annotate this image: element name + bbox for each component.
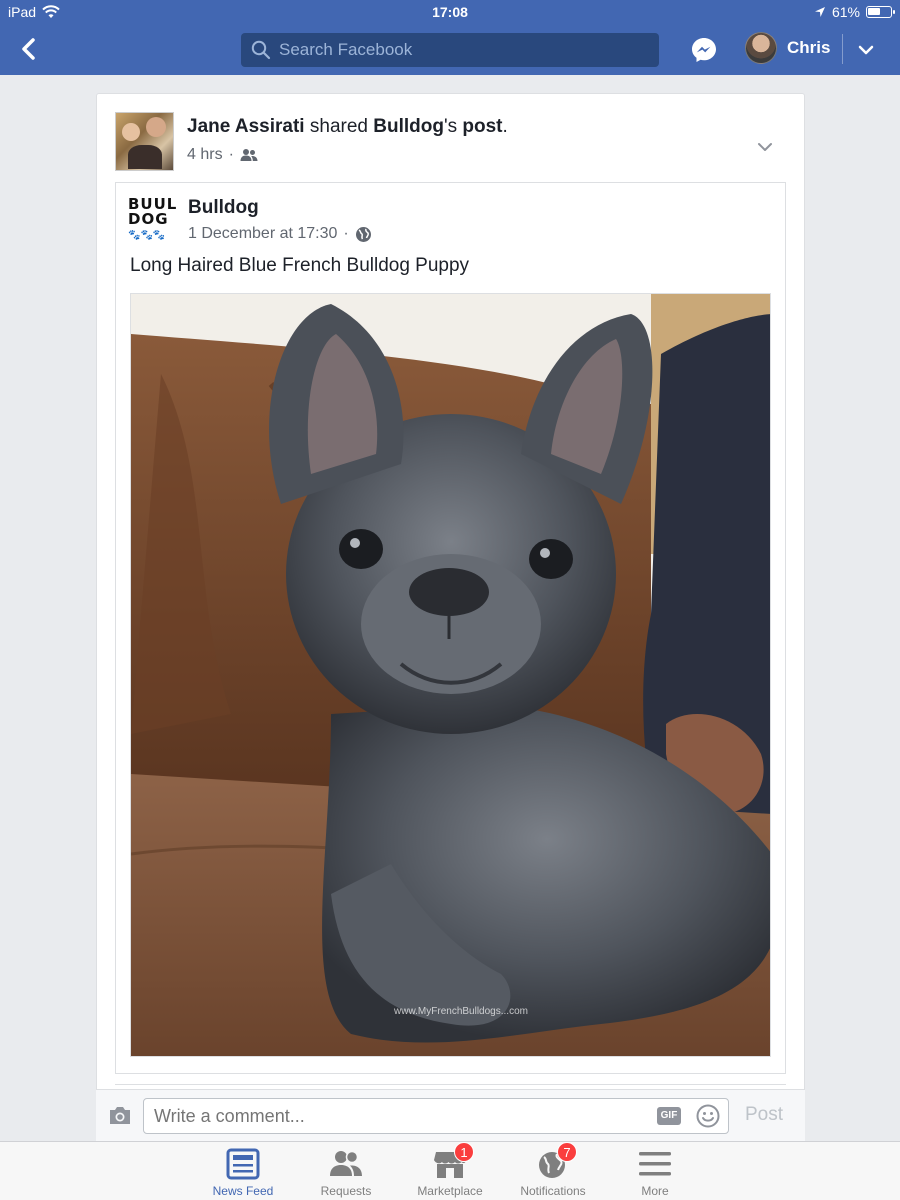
shared-post-link[interactable]: post [462,116,502,137]
shared-page-link[interactable]: Bulldog [373,116,444,137]
emoji-icon[interactable] [696,1104,720,1128]
post-comment-button[interactable]: Post [745,1104,783,1126]
post-headline: Jane Assirati shared Bulldog's post. [187,116,508,137]
comment-input[interactable] [143,1098,729,1134]
gif-button[interactable]: GIF [657,1107,681,1125]
page-name[interactable]: Bulldog [188,197,259,219]
camera-icon[interactable] [108,1104,132,1126]
divider [115,1084,786,1085]
post-options-chevron-icon[interactable] [756,138,774,156]
chevron-down-icon[interactable] [856,40,876,60]
feed-post-card: Jane Assirati shared Bulldog's post. 4 h… [96,93,805,1153]
bottom-tab-bar: News Feed Requests 1 Marketplace 7 Notif… [0,1141,900,1200]
battery-percent: 61% [831,4,860,20]
profile-name: Chris [787,38,831,57]
battery-icon [866,6,895,18]
notifications-badge: 7 [557,1142,577,1162]
news-feed-icon [226,1148,260,1180]
back-icon[interactable] [16,36,42,62]
paw-icon: 🐾🐾🐾 [128,230,166,241]
search-placeholder: Search Facebook [279,40,413,59]
tab-marketplace[interactable]: 1 Marketplace [400,1142,500,1198]
location-arrow-icon [814,7,825,17]
profile-shortcut[interactable]: Chris [745,32,830,64]
tab-more[interactable]: More [605,1148,705,1198]
shared-post[interactable]: BUUL DOG 🐾🐾🐾 Bulldog 1 December at 17:30… [115,182,786,1074]
tab-notifications[interactable]: 7 Notifications [503,1142,603,1198]
author-name[interactable]: Jane Assirati [187,116,305,137]
photo-watermark: www.MyFrenchBulldogs...com [393,1006,528,1017]
requests-icon [330,1150,362,1176]
status-time: 17:08 [432,4,468,20]
menu-icon [639,1152,671,1176]
tab-news-feed[interactable]: News Feed [193,1148,293,1198]
author-avatar[interactable] [115,112,174,171]
tab-requests[interactable]: Requests [296,1148,396,1198]
french-bulldog-puppy-photo: www.MyFrenchBulldogs...com [131,294,770,1056]
status-bar: iPad 17:08 61% [0,0,900,24]
messenger-icon[interactable] [690,36,718,64]
shared-post-date[interactable]: 1 December at 17:30 [188,225,337,243]
divider [842,34,843,64]
tab-label: Requests [320,1184,372,1198]
tab-label: News Feed [212,1184,274,1198]
tab-label: More [641,1184,669,1198]
post-text: Long Haired Blue French Bulldog Puppy [130,255,470,276]
search-bar[interactable]: Search Facebook [241,33,659,67]
friends-icon [240,149,258,161]
search-icon [251,40,271,60]
tab-label: Marketplace [417,1184,483,1198]
tab-label: Notifications [520,1184,586,1198]
avatar [745,32,777,64]
post-meta: 4 hrs · [187,146,258,164]
page-logo[interactable]: BUUL DOG 🐾🐾🐾 [128,197,176,243]
post-header: Jane Assirati shared Bulldog's post. 4 h… [115,112,786,172]
shared-post-meta: 1 December at 17:30 · [188,225,372,243]
post-timestamp[interactable]: 4 hrs [187,146,223,164]
marketplace-badge: 1 [454,1142,474,1162]
globe-icon [355,226,371,242]
top-bar: iPad 17:08 61% Search Facebook Chris [0,0,900,75]
post-photo[interactable]: www.MyFrenchBulldogs...com [130,293,771,1057]
comment-bar: GIF Post [96,1089,805,1141]
